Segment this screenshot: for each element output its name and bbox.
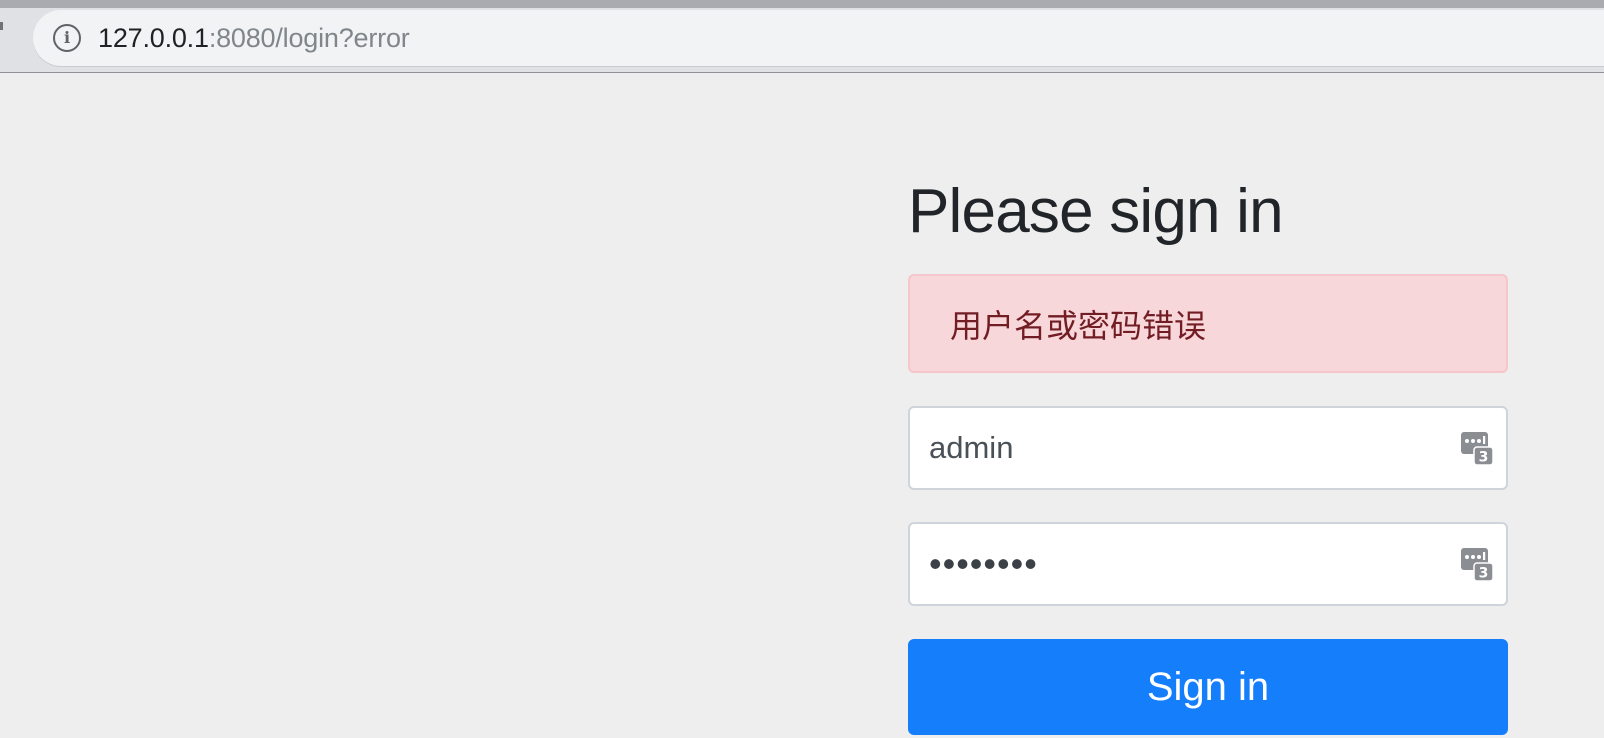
sign-in-button[interactable]: Sign in [908, 639, 1508, 735]
window-edge-marker [0, 22, 3, 30]
error-message: 用户名或密码错误 [950, 306, 1207, 345]
password-input[interactable] [910, 524, 1460, 604]
svg-text:3: 3 [1479, 450, 1489, 466]
url-path: :8080/login?error [208, 22, 410, 53]
error-alert: 用户名或密码错误 [908, 274, 1508, 373]
address-bar[interactable]: i 127.0.0.1:8080/login?error [33, 10, 1604, 66]
password-field-wrapper: 3 [908, 522, 1508, 606]
password-manager-icon[interactable]: 3 [1460, 546, 1494, 582]
username-input[interactable] [910, 408, 1460, 488]
url-host: 127.0.0.1 [98, 22, 209, 53]
login-page: Please sign in 用户名或密码错误 3 [0, 73, 1604, 738]
url-text[interactable]: 127.0.0.1:8080/login?error [98, 23, 410, 54]
info-icon[interactable]: i [53, 24, 81, 52]
browser-toolbar: i 127.0.0.1:8080/login?error [0, 0, 1604, 73]
password-manager-icon[interactable]: 3 [1460, 430, 1494, 466]
form-heading: Please sign in [908, 177, 1284, 246]
svg-text:3: 3 [1479, 566, 1489, 582]
username-field-wrapper: 3 [908, 406, 1508, 490]
